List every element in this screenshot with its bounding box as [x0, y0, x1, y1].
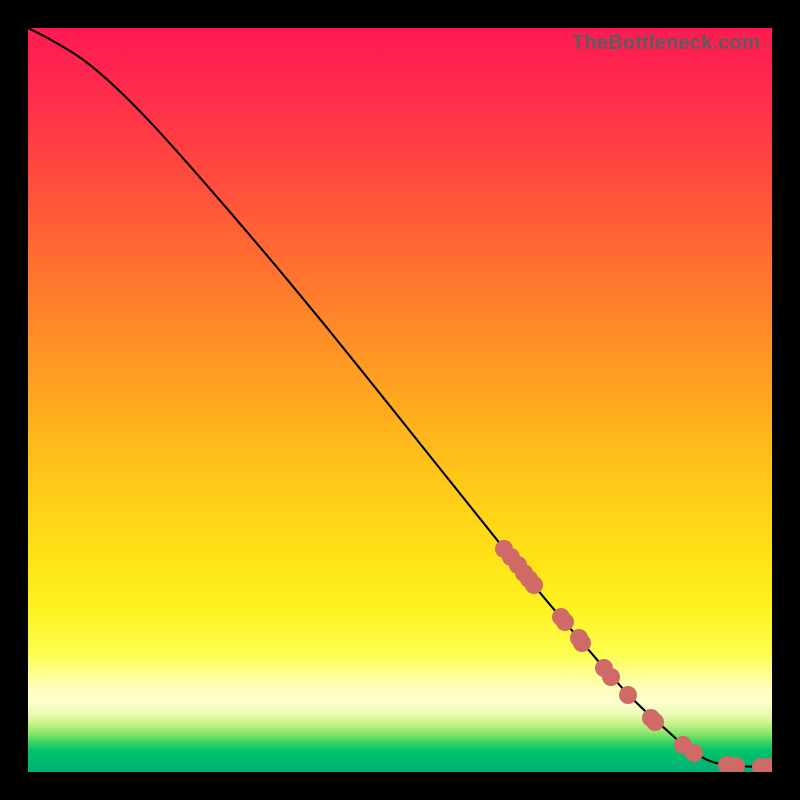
data-marker: [556, 613, 574, 631]
data-marker: [602, 668, 620, 686]
data-marker: [646, 713, 664, 731]
data-marker: [619, 686, 637, 704]
data-marker: [759, 758, 772, 772]
data-marker: [573, 634, 591, 652]
plot-area: TheBottleneck.com: [28, 28, 772, 772]
curve-path: [28, 28, 772, 767]
data-marker: [685, 744, 703, 762]
curve-layer: [28, 28, 772, 772]
chart-stage: TheBottleneck.com: [0, 0, 800, 800]
data-marker: [727, 757, 745, 772]
watermark-text: TheBottleneck.com: [572, 32, 760, 55]
data-marker: [525, 576, 543, 594]
